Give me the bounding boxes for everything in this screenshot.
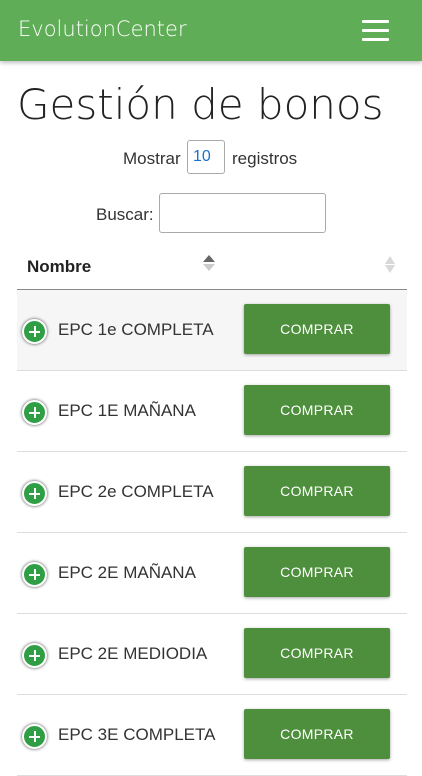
buy-button[interactable]: COMPRAR [244, 547, 390, 597]
length-control: Mostrar 10 registros [0, 140, 422, 176]
bonus-name: EPC 2E MAÑANA [58, 563, 196, 582]
page-title: Gestión de bonos [17, 80, 384, 129]
navbar: EvolutionCenter [0, 0, 422, 61]
table-row: EPC 1E MAÑANA COMPRAR [17, 371, 407, 452]
length-suffix-label: registros [232, 149, 298, 168]
expand-row-icon[interactable] [22, 400, 47, 425]
table-row: EPC 1e COMPLETA COMPRAR [17, 290, 407, 371]
hamburger-menu-icon[interactable] [362, 19, 390, 41]
buy-button[interactable]: COMPRAR [244, 709, 390, 759]
table-row: EPC 2e COMPLETA COMPRAR [17, 452, 407, 533]
length-prefix-label: Mostrar [123, 149, 181, 168]
expand-row-icon[interactable] [22, 319, 47, 344]
search-control: Buscar: [0, 193, 422, 233]
expand-row-icon[interactable] [22, 724, 47, 749]
search-label: Buscar: [96, 205, 154, 224]
expand-row-icon[interactable] [22, 481, 47, 506]
buy-button[interactable]: COMPRAR [244, 385, 390, 435]
bonus-name: EPC 1E MAÑANA [58, 401, 196, 420]
buy-button[interactable]: COMPRAR [244, 466, 390, 516]
buy-button[interactable]: COMPRAR [244, 304, 390, 354]
sort-unsorted-icon[interactable] [384, 256, 396, 274]
expand-row-icon[interactable] [22, 643, 47, 668]
bonus-name: EPC 1e COMPLETA [58, 320, 214, 339]
table-row: EPC 3E COMPLETA COMPRAR [17, 695, 407, 776]
length-select[interactable]: 10 [187, 140, 225, 174]
table-row: EPC 2E MAÑANA COMPRAR [17, 533, 407, 614]
bonus-name: EPC 2e COMPLETA [58, 482, 214, 501]
table-header: Nombre [17, 248, 407, 290]
buy-button[interactable]: COMPRAR [244, 628, 390, 678]
search-input[interactable] [159, 193, 326, 233]
table-row: EPC 2E MEDIODIA COMPRAR [17, 614, 407, 695]
brand-title[interactable]: EvolutionCenter [18, 17, 187, 41]
sort-ascending-icon[interactable] [203, 254, 215, 272]
bonus-name: EPC 2E MEDIODIA [58, 644, 208, 663]
bonus-name: EPC 3E COMPLETA [58, 725, 216, 744]
bonus-table: EPC 1e COMPLETA COMPRAR EPC 1E MAÑANA CO… [17, 290, 407, 776]
column-header-nombre[interactable]: Nombre [27, 257, 91, 277]
expand-row-icon[interactable] [22, 562, 47, 587]
